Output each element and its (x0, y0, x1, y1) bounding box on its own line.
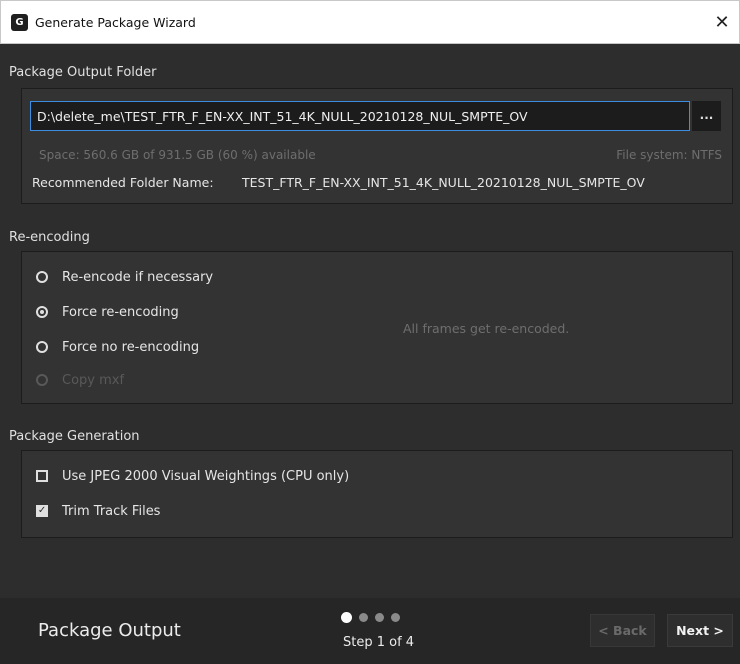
package-generation-panel (21, 450, 733, 538)
title-bar: G Generate Package Wizard ✕ (0, 0, 740, 44)
step-text: Step 1 of 4 (343, 635, 415, 650)
next-button[interactable]: Next > (667, 614, 733, 647)
filesystem-text: File system: NTFS (616, 148, 722, 162)
checkbox-label: Trim Track Files (62, 503, 161, 519)
step-dot-active (341, 612, 352, 623)
back-button[interactable]: < Back (590, 614, 655, 647)
checkmark-icon: ✓ (36, 505, 48, 517)
radio-label: Force no re-encoding (62, 339, 200, 355)
radio-disabled-icon (36, 374, 48, 386)
radio-unchecked-icon (36, 341, 48, 353)
recommended-folder-label: Recommended Folder Name: (32, 175, 214, 190)
output-path-input[interactable] (30, 101, 690, 131)
checkbox-label: Use JPEG 2000 Visual Weightings (CPU onl… (62, 468, 350, 484)
app-logo-icon: G (11, 14, 28, 31)
step-dot (359, 613, 368, 622)
step-indicator (341, 612, 400, 623)
close-icon[interactable]: ✕ (707, 9, 737, 37)
section-label-output-folder: Package Output Folder (9, 65, 157, 80)
section-label-reencoding: Re-encoding (9, 230, 90, 245)
disk-space-text: Space: 560.6 GB of 931.5 GB (60 %) avail… (39, 148, 316, 162)
radio-label: Force re-encoding (62, 304, 179, 320)
radio-copy-mxf: Copy mxf (36, 371, 124, 389)
radio-force-reencoding[interactable]: Force re-encoding (36, 303, 179, 321)
reencoding-hint: All frames get re-encoded. (403, 321, 570, 336)
window-title: Generate Package Wizard (35, 15, 196, 30)
browse-button[interactable]: ... (692, 101, 721, 131)
radio-reencode-if-necessary[interactable]: Re-encode if necessary (36, 268, 213, 286)
checkbox-trim-track-files[interactable]: ✓ Trim Track Files (36, 502, 160, 520)
radio-label: Copy mxf (62, 372, 125, 388)
step-dot (391, 613, 400, 622)
checkbox-jpeg2000-weightings[interactable]: Use JPEG 2000 Visual Weightings (CPU onl… (36, 467, 349, 485)
section-label-package-generation: Package Generation (9, 429, 140, 444)
radio-force-no-reencoding[interactable]: Force no re-encoding (36, 338, 199, 356)
checkbox-unchecked-icon (36, 470, 48, 482)
radio-unchecked-icon (36, 271, 48, 283)
recommended-folder-value: TEST_FTR_F_EN-XX_INT_51_4K_NULL_20210128… (242, 175, 645, 190)
wizard-page-name: Package Output (38, 620, 181, 641)
step-dot (375, 613, 384, 622)
radio-checked-icon (36, 306, 48, 318)
radio-label: Re-encode if necessary (62, 269, 214, 285)
wizard-footer: Package Output Step 1 of 4 < Back Next > (0, 598, 740, 664)
